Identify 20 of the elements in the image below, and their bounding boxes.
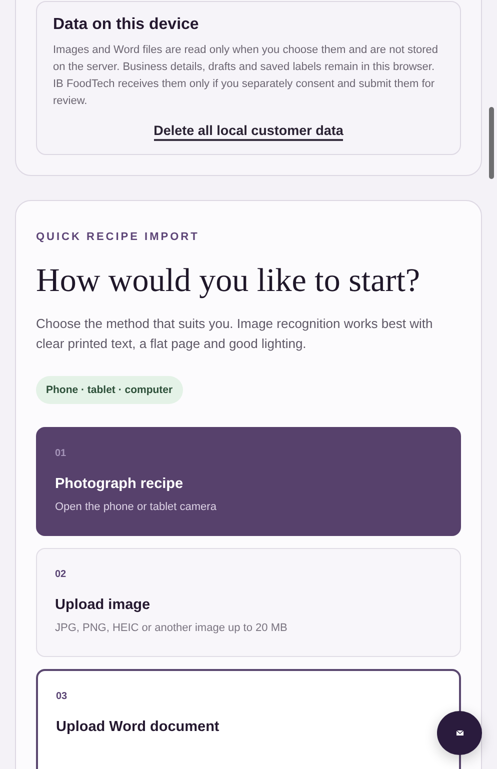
option-description: JPG, PNG, HEIC or another image up to 20 MB bbox=[55, 622, 288, 634]
page-heading: How would you like to start? bbox=[36, 263, 422, 300]
option-number: 03 bbox=[56, 691, 68, 702]
delete-data-link[interactable]: Delete all local customer data bbox=[154, 123, 344, 141]
option-title: Upload Word document bbox=[56, 719, 220, 735]
option-number: 02 bbox=[55, 569, 68, 580]
section-eyebrow: QUICK RECIPE IMPORT bbox=[36, 231, 200, 243]
import-option[interactable]: 02 Upload image JPG, PNG, HEIC or another image up to 20 MB bbox=[36, 548, 461, 657]
option-title: Photograph recipe bbox=[55, 476, 184, 492]
envelope-icon bbox=[456, 730, 464, 736]
import-option[interactable]: 01 Photograph recipe Open the phone or tablet camera bbox=[36, 427, 461, 536]
option-description: Open the phone or tablet camera bbox=[55, 501, 218, 513]
privacy-text: Images and Word files are read only when you choose them and are not stored on the server. Business details, drafts and saved labels remain in this browser. IB FoodTech receives them only if you separately consent and submit them for review. bbox=[53, 43, 440, 109]
intro-text: Choose the method that suits you. Image recognition works best with clear printed text, a flat page and good lighting. bbox=[36, 315, 434, 353]
card-title: Data on this device bbox=[53, 16, 200, 34]
import-option[interactable]: 03 Upload Word document bbox=[36, 669, 461, 769]
device-badge: Phone · tablet · computer bbox=[36, 376, 183, 404]
option-title: Upload image bbox=[55, 597, 152, 613]
option-number: 01 bbox=[55, 448, 68, 459]
scrollbar[interactable] bbox=[489, 107, 494, 179]
